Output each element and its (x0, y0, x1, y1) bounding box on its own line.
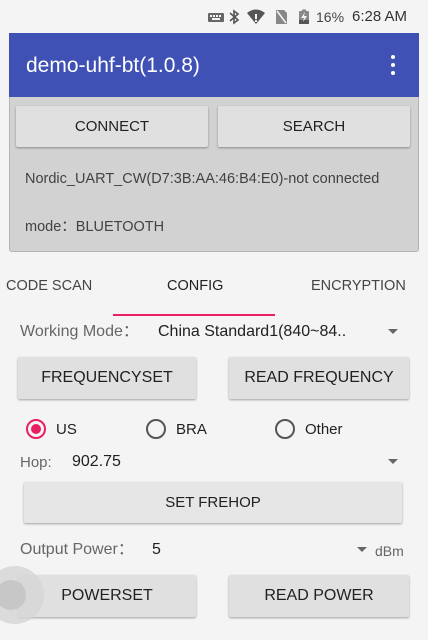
device-status: Nordic_UART_CW(D7:3B:AA:46:B4:E0)-not co… (25, 171, 380, 187)
keyboard-icon (207, 9, 225, 25)
read-power-button[interactable]: READ POWER (229, 575, 409, 617)
radio-us-label: US (56, 421, 77, 438)
working-mode-label: Working Mode： (20, 323, 139, 340)
radio-bra-label: BRA (176, 421, 207, 438)
app-title: demo-uhf-bt(1.0.8) (26, 54, 200, 77)
working-mode-value[interactable]: China Standard1(840~84.. (158, 323, 346, 341)
wifi-icon (246, 9, 266, 25)
working-mode-dropdown-icon[interactable] (388, 329, 398, 334)
radio-other[interactable] (275, 419, 295, 439)
hop-dropdown-icon[interactable] (388, 459, 398, 464)
bluetooth-icon (228, 9, 240, 25)
status-time: 6:28 AM (352, 8, 408, 25)
battery-charging-icon (298, 9, 310, 25)
output-power-unit: dBm (375, 543, 404, 559)
read-frequency-button[interactable]: READ FREQUENCY (229, 357, 409, 399)
output-power-dropdown-icon[interactable] (357, 547, 367, 552)
tab-indicator (113, 314, 275, 316)
radio-other-label: Other (305, 421, 343, 438)
hop-label: Hop: (20, 454, 52, 471)
mode-label: mode：BLUETOOTH (25, 219, 165, 235)
overflow-menu-icon[interactable] (386, 52, 400, 80)
connect-button[interactable]: CONNECT (16, 106, 208, 147)
hop-value[interactable]: 902.75 (72, 453, 121, 471)
sim-icon (274, 9, 288, 25)
output-power-value[interactable]: 5 (152, 541, 161, 559)
output-power-label: Output Power： (20, 541, 134, 558)
powerset-button[interactable]: POWERSET (18, 575, 196, 617)
tab-code-scan[interactable]: CODE SCAN (6, 278, 92, 294)
battery-percent: 16% (316, 9, 345, 25)
radio-us[interactable] (26, 419, 46, 439)
tab-config[interactable]: CONFIG (167, 278, 223, 294)
search-button[interactable]: SEARCH (218, 106, 410, 147)
tab-encryption[interactable]: ENCRYPTION (311, 278, 406, 294)
radio-bra[interactable] (146, 419, 166, 439)
frequencyset-button[interactable]: FREQUENCYSET (18, 357, 196, 399)
set-frehop-button[interactable]: SET FREHOP (24, 482, 402, 523)
